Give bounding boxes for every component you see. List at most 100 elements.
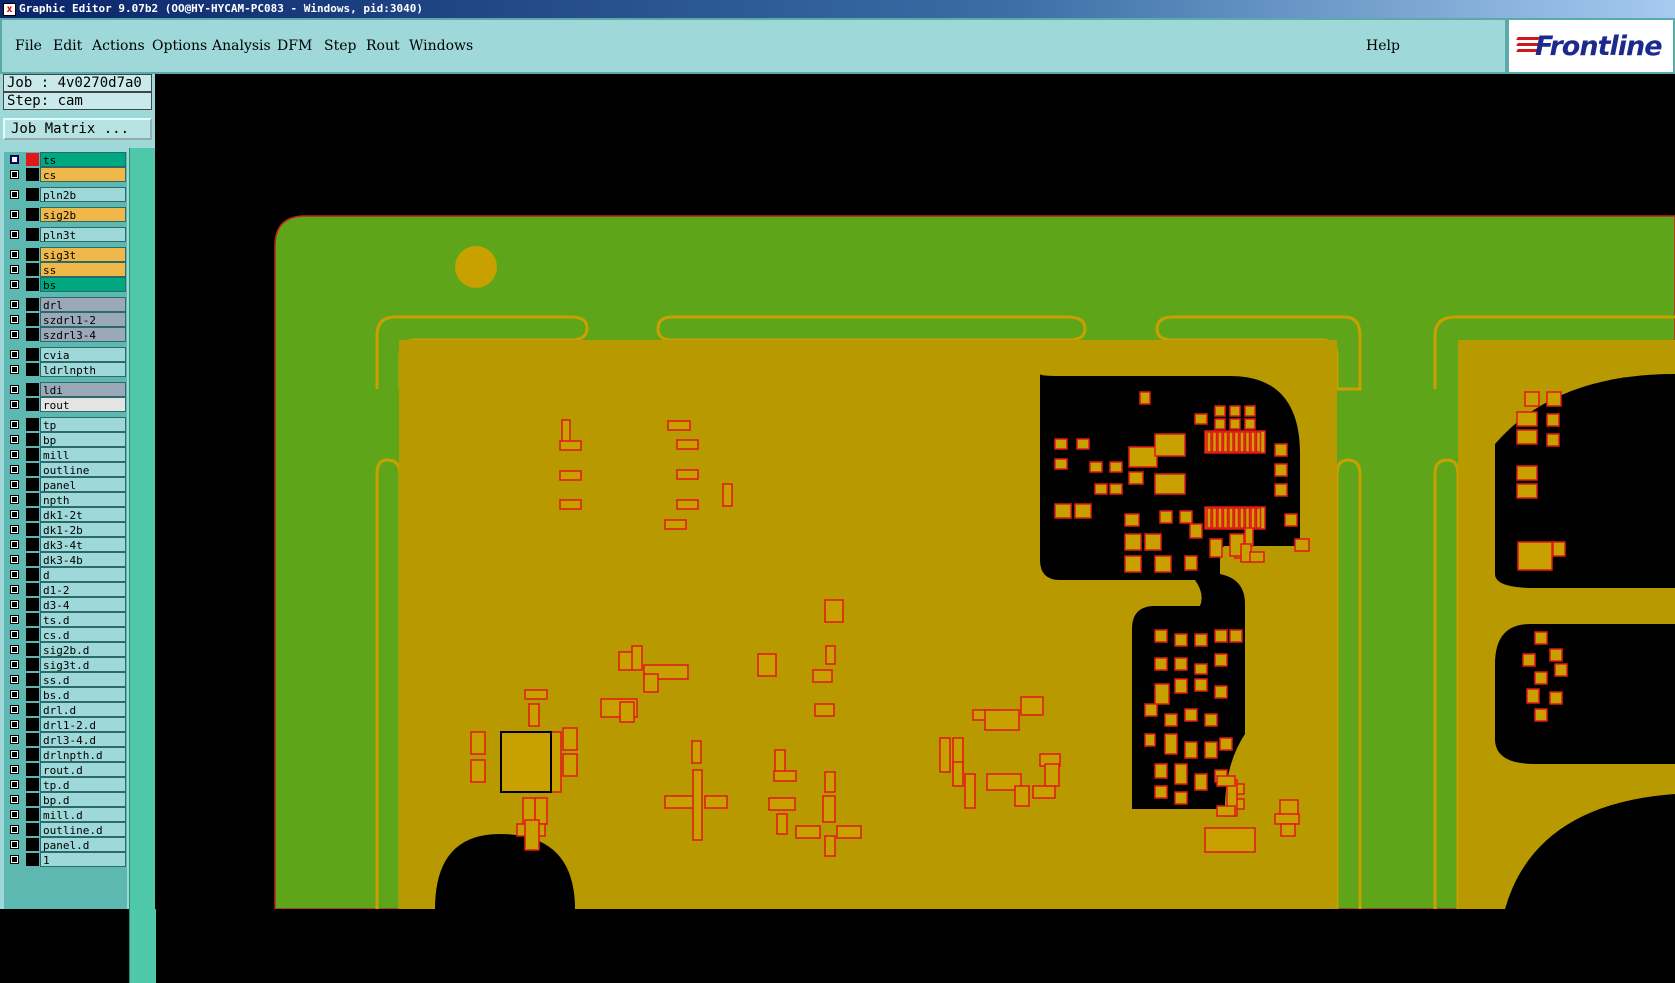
layer-row-drlnpth.d[interactable]: drlnpth.d — [4, 747, 127, 762]
layer-name[interactable]: szdrl1-2 — [40, 312, 126, 327]
layer-row-outline[interactable]: outline — [4, 462, 127, 477]
layer-checkbox[interactable] — [10, 495, 19, 504]
layer-row-outline.d[interactable]: outline.d — [4, 822, 127, 837]
layer-row-pln2b[interactable]: pln2b — [4, 187, 127, 202]
layer-row-ts.d[interactable]: ts.d — [4, 612, 127, 627]
layer-name[interactable]: bp — [40, 432, 126, 447]
layer-row-drl.d[interactable]: drl.d — [4, 702, 127, 717]
menu-options[interactable]: Options — [152, 38, 207, 54]
layer-row-bs[interactable]: bs — [4, 277, 127, 292]
menu-analysis[interactable]: Analysis — [212, 38, 271, 54]
layer-checkbox[interactable] — [10, 795, 19, 804]
layer-row-szdrl3-4[interactable]: szdrl3-4 — [4, 327, 127, 342]
layer-row-1[interactable]: 1 — [4, 852, 127, 867]
layer-name[interactable]: sig2b.d — [40, 642, 126, 657]
layer-name[interactable]: sig3t — [40, 247, 126, 262]
layer-row-tp[interactable]: tp — [4, 417, 127, 432]
layer-name[interactable]: d3-4 — [40, 597, 126, 612]
layer-checkbox[interactable] — [10, 480, 19, 489]
layer-row-rout[interactable]: rout — [4, 397, 127, 412]
layer-name[interactable]: sig3t.d — [40, 657, 126, 672]
menu-edit[interactable]: Edit — [53, 38, 82, 54]
layer-checkbox[interactable] — [10, 690, 19, 699]
layer-checkbox[interactable] — [10, 735, 19, 744]
layer-name[interactable]: 1 — [40, 852, 126, 867]
menu-file[interactable]: File — [15, 38, 42, 54]
layer-name[interactable]: mill — [40, 447, 126, 462]
layer-row-bp[interactable]: bp — [4, 432, 127, 447]
layer-checkbox[interactable] — [10, 570, 19, 579]
layer-name[interactable]: sig2b — [40, 207, 126, 222]
layer-name[interactable]: drl.d — [40, 702, 126, 717]
layer-row-drl3-4.d[interactable]: drl3-4.d — [4, 732, 127, 747]
layer-row-sig2b.d[interactable]: sig2b.d — [4, 642, 127, 657]
layer-name[interactable]: cs.d — [40, 627, 126, 642]
layer-checkbox[interactable] — [10, 170, 19, 179]
layer-scrollbar[interactable] — [129, 148, 156, 983]
layer-name[interactable]: ss — [40, 262, 126, 277]
layer-checkbox[interactable] — [10, 210, 19, 219]
layer-name[interactable]: tp — [40, 417, 126, 432]
layer-checkbox[interactable] — [10, 750, 19, 759]
layer-name[interactable]: mill.d — [40, 807, 126, 822]
layer-row-sig2b[interactable]: sig2b — [4, 207, 127, 222]
pcb-view[interactable] — [155, 74, 1675, 909]
layer-row-panel[interactable]: panel — [4, 477, 127, 492]
layer-name[interactable]: dk1-2t — [40, 507, 126, 522]
layer-checkbox[interactable] — [10, 300, 19, 309]
layer-checkbox[interactable] — [10, 840, 19, 849]
layer-checkbox[interactable] — [10, 450, 19, 459]
menu-help[interactable]: Help — [1366, 38, 1400, 54]
layer-row-dk3-4b[interactable]: dk3-4b — [4, 552, 127, 567]
layer-name[interactable]: szdrl3-4 — [40, 327, 126, 342]
layer-checkbox[interactable] — [10, 555, 19, 564]
layer-name[interactable]: bs — [40, 277, 126, 292]
layer-checkbox[interactable] — [10, 250, 19, 259]
menu-actions[interactable]: Actions — [92, 38, 145, 54]
layer-row-d3-4[interactable]: d3-4 — [4, 597, 127, 612]
layer-name[interactable]: ldrlnpth — [40, 362, 126, 377]
layer-checkbox[interactable] — [10, 585, 19, 594]
layer-checkbox[interactable] — [10, 280, 19, 289]
layer-row-cs.d[interactable]: cs.d — [4, 627, 127, 642]
menu-step[interactable]: Step — [324, 38, 356, 54]
layer-row-dk1-2b[interactable]: dk1-2b — [4, 522, 127, 537]
layer-row-mill.d[interactable]: mill.d — [4, 807, 127, 822]
layer-row-dk1-2t[interactable]: dk1-2t — [4, 507, 127, 522]
layer-name[interactable]: outline — [40, 462, 126, 477]
graphic-canvas[interactable] — [155, 74, 1675, 909]
layer-name[interactable]: dk3-4t — [40, 537, 126, 552]
layer-checkbox[interactable] — [10, 645, 19, 654]
layer-row-rout.d[interactable]: rout.d — [4, 762, 127, 777]
layer-checkbox[interactable] — [10, 400, 19, 409]
layer-checkbox[interactable] — [10, 720, 19, 729]
layer-row-sig3t[interactable]: sig3t — [4, 247, 127, 262]
layer-name[interactable]: drl — [40, 297, 126, 312]
layer-row-dk3-4t[interactable]: dk3-4t — [4, 537, 127, 552]
job-matrix-button[interactable]: Job Matrix ... — [3, 118, 152, 140]
layer-checkbox[interactable] — [10, 705, 19, 714]
layer-name[interactable]: bs.d — [40, 687, 126, 702]
layer-name[interactable]: d — [40, 567, 126, 582]
layer-row-szdrl1-2[interactable]: szdrl1-2 — [4, 312, 127, 327]
layer-row-pln3t[interactable]: pln3t — [4, 227, 127, 242]
layer-checkbox[interactable] — [10, 230, 19, 239]
layer-checkbox[interactable] — [10, 265, 19, 274]
layer-checkbox[interactable] — [10, 155, 19, 164]
layer-row-d1-2[interactable]: d1-2 — [4, 582, 127, 597]
layer-row-bp.d[interactable]: bp.d — [4, 792, 127, 807]
layer-row-drl1-2.d[interactable]: drl1-2.d — [4, 717, 127, 732]
layer-checkbox[interactable] — [10, 330, 19, 339]
layer-row-tp.d[interactable]: tp.d — [4, 777, 127, 792]
layer-name[interactable]: rout.d — [40, 762, 126, 777]
layer-row-ts[interactable]: ts — [4, 152, 127, 167]
layer-row-ss.d[interactable]: ss.d — [4, 672, 127, 687]
layer-row-bs.d[interactable]: bs.d — [4, 687, 127, 702]
menu-dfm[interactable]: DFM — [277, 38, 312, 54]
layer-checkbox[interactable] — [10, 630, 19, 639]
layer-name[interactable]: ts.d — [40, 612, 126, 627]
layer-name[interactable]: drlnpth.d — [40, 747, 126, 762]
layer-checkbox[interactable] — [10, 765, 19, 774]
layer-name[interactable]: pln3t — [40, 227, 126, 242]
layer-checkbox[interactable] — [10, 600, 19, 609]
